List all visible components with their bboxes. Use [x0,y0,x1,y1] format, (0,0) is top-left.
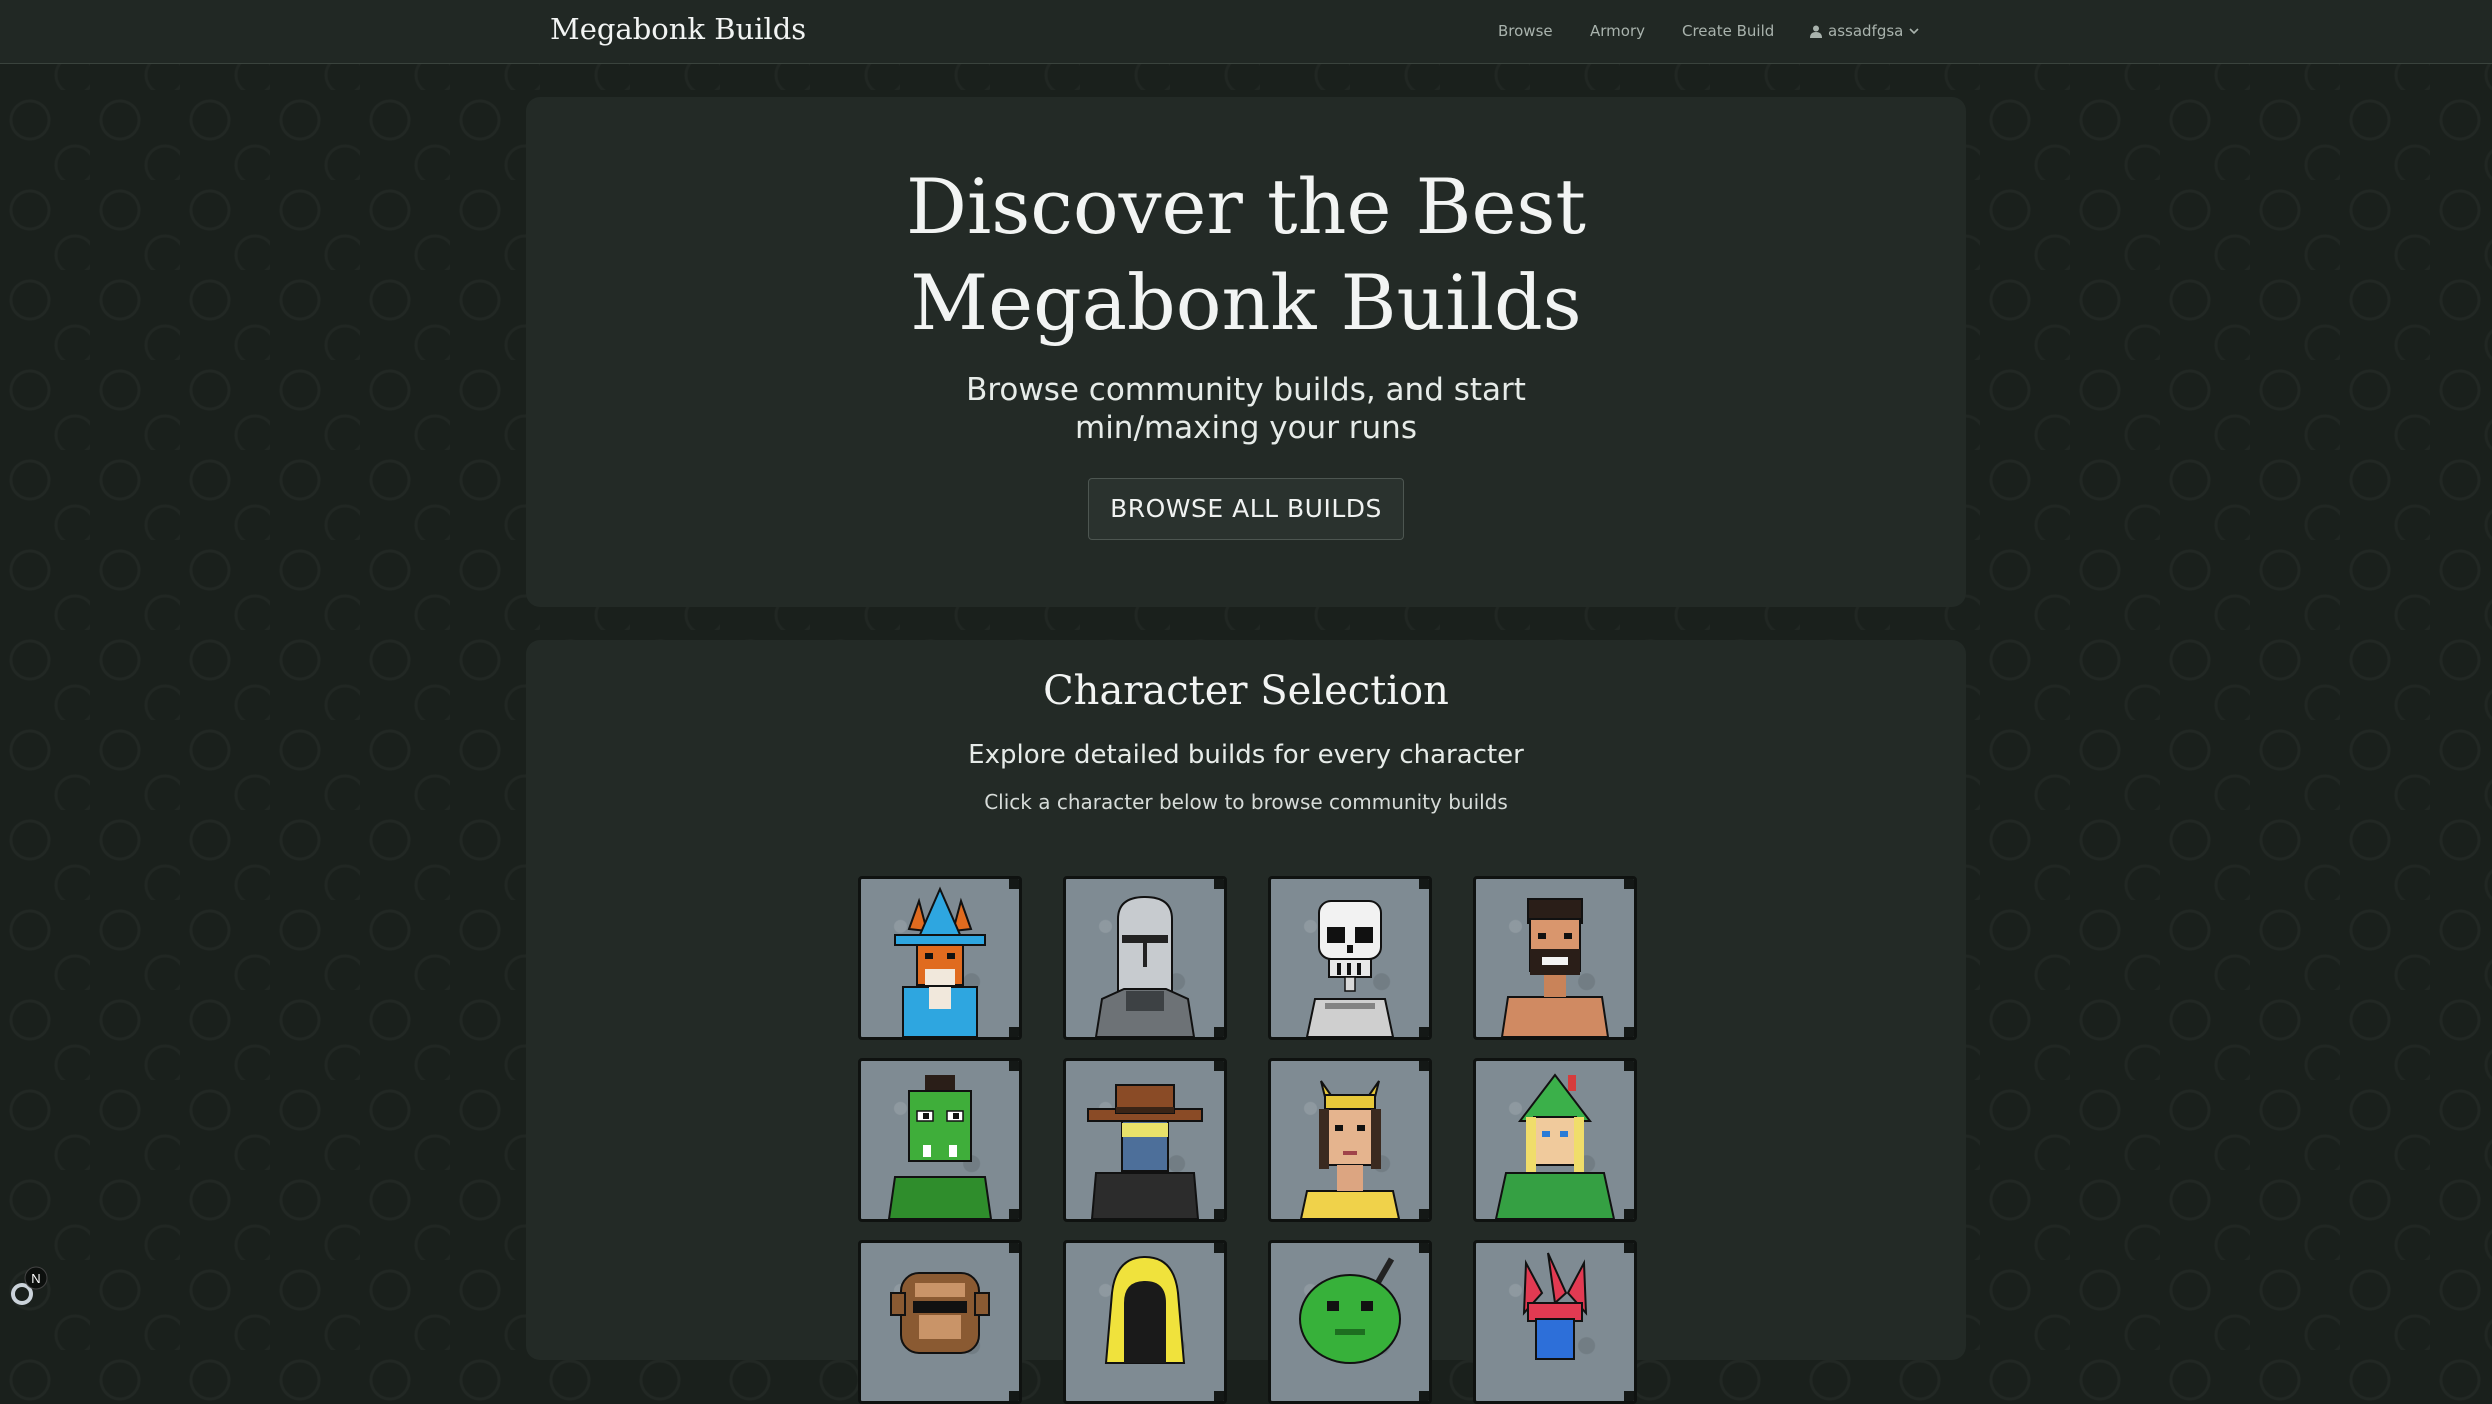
svg-text:N: N [31,1271,40,1286]
character-card-green-creature[interactable] [1268,1240,1432,1404]
character-card-bearded-man[interactable] [1473,876,1637,1040]
nav-browse-link[interactable]: Browse [1498,22,1553,40]
corner-badge-icon[interactable]: N [10,1262,54,1306]
character-card-yellow-hood[interactable] [1063,1240,1227,1404]
character-card-fox-wizard[interactable] [858,876,1022,1040]
browse-all-builds-button[interactable]: BROWSE ALL BUILDS [1088,478,1404,540]
character-card-cowboy[interactable] [1063,1058,1227,1222]
hero-panel: Discover the Best Megabonk Builds Browse… [526,97,1966,607]
username-label: assadfgsa [1828,22,1904,40]
nav-create-build-link[interactable]: Create Build [1682,22,1774,40]
bearded-man-portrait-icon [1500,898,1610,1037]
green-hood-archer-portrait-icon [1494,1073,1616,1219]
horned-warrior-portrait-icon [1299,1080,1401,1219]
green-creature-portrait-icon [1299,1257,1401,1364]
character-card-knight[interactable] [1063,876,1227,1040]
red-jester-portrait-icon [1522,1252,1588,1360]
chevron-down-icon [1909,28,1919,35]
character-selection-hint: Click a character below to browse commun… [984,790,1508,814]
character-card-horned-warrior[interactable] [1268,1058,1432,1222]
character-card-monkey[interactable] [858,1240,1022,1404]
character-card-orc[interactable] [858,1058,1022,1222]
monkey-portrait-icon [890,1272,990,1354]
armored-knight-portrait-icon [1094,895,1196,1037]
fox-wizard-portrait-icon [894,886,986,1037]
character-grid [858,876,1637,1404]
hero-title-line2: Megabonk Builds [910,258,1582,347]
hero-title-line1: Discover the Best [906,162,1586,251]
character-selection-subtitle: Explore detailed builds for every charac… [968,740,1524,770]
character-selection-panel: Character Selection Explore detailed bui… [526,640,1966,1404]
character-card-skeleton[interactable] [1268,876,1432,1040]
character-card-archer[interactable] [1473,1058,1637,1222]
hero-subtitle-line1: Browse community builds, and start [966,372,1526,408]
hero-subtitle-line2: min/maxing your runs [1075,410,1417,446]
cowboy-portrait-icon [1087,1084,1203,1219]
green-orc-portrait-icon [887,1075,993,1219]
character-selection-title: Character Selection [1043,668,1449,714]
nav-armory-link[interactable]: Armory [1590,22,1645,40]
site-brand[interactable]: Megabonk Builds [550,12,806,46]
hero-title: Discover the Best Megabonk Builds [526,159,1966,351]
user-icon [1810,25,1822,38]
yellow-hood-portrait-icon [1104,1255,1186,1364]
user-menu[interactable]: assadfgsa [1810,22,1919,40]
skeleton-portrait-icon [1305,900,1395,1037]
character-card-red-jester[interactable] [1473,1240,1637,1404]
top-navbar: Megabonk Builds Browse Armory Create Bui… [0,0,2492,64]
hero-subtitle: Browse community builds, and start min/m… [526,371,1966,447]
